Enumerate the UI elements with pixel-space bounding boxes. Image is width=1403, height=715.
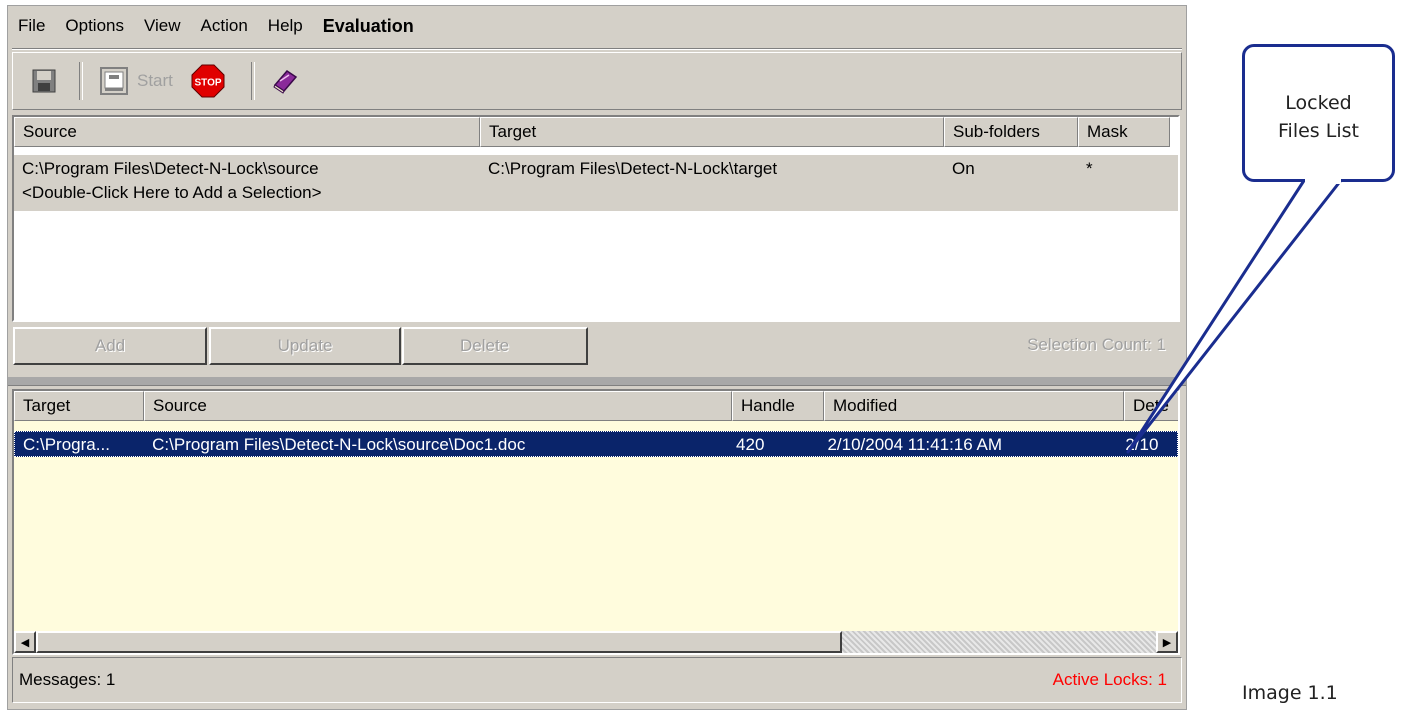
image-caption: Image 1.1 [1242, 682, 1338, 704]
locked-files-callout: Locked Files List [1242, 44, 1395, 182]
callout-line1: Locked [1285, 92, 1352, 114]
callout-joint [1305, 176, 1341, 184]
callout-line2: Files List [1278, 120, 1359, 142]
callout-pointer [1126, 177, 1344, 454]
